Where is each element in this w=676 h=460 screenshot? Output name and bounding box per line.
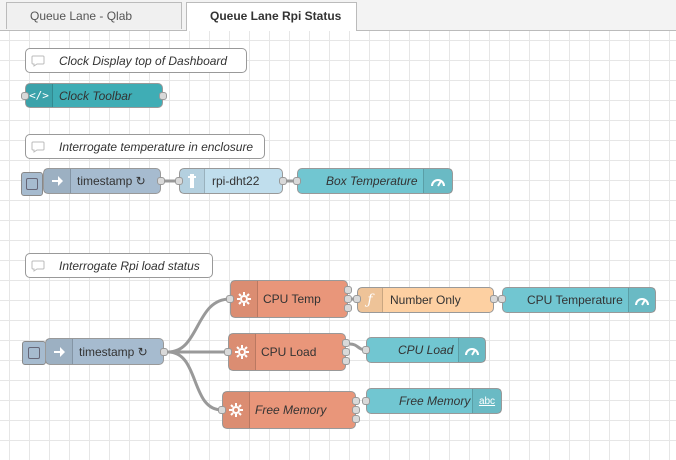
input-port[interactable] bbox=[362, 397, 370, 405]
output-port[interactable] bbox=[342, 339, 350, 347]
node-cpu-load-exec[interactable]: CPU Load bbox=[228, 333, 346, 371]
comment-clock-display[interactable]: Clock Display top of Dashboard bbox=[25, 48, 247, 73]
output-port[interactable] bbox=[159, 92, 167, 100]
comment-icon bbox=[26, 254, 50, 277]
gauge-icon bbox=[628, 288, 655, 312]
inject-button[interactable] bbox=[21, 172, 43, 196]
comment-label: Interrogate temperature in enclosure bbox=[59, 139, 254, 154]
output-port[interactable] bbox=[160, 348, 168, 356]
wire[interactable] bbox=[167, 297, 231, 354]
output-port[interactable] bbox=[344, 295, 352, 303]
tab-queue-lane-rpi-status[interactable]: Queue Lane Rpi Status bbox=[186, 2, 357, 31]
input-port[interactable] bbox=[218, 406, 226, 414]
node-label: CPU Temp bbox=[263, 292, 321, 306]
comment-icon bbox=[26, 49, 50, 72]
tab-queue-lane-qlab[interactable]: Queue Lane - Qlab bbox=[6, 2, 182, 29]
comment-label: Clock Display top of Dashboard bbox=[59, 53, 228, 68]
node-rpi-dht22[interactable]: rpi-dht22 bbox=[179, 168, 283, 194]
node-label: CPU Load bbox=[398, 343, 454, 357]
gear-icon bbox=[229, 334, 256, 370]
arrow-icon bbox=[46, 339, 73, 364]
output-port[interactable] bbox=[352, 397, 360, 405]
input-port[interactable] bbox=[224, 348, 232, 356]
tab-bar: Queue Lane - Qlab Queue Lane Rpi Status bbox=[0, 0, 676, 31]
node-cpu-temperature[interactable]: CPU Temperature bbox=[502, 287, 656, 313]
inject-button[interactable] bbox=[22, 341, 46, 365]
output-port[interactable] bbox=[157, 177, 165, 185]
arrow-icon bbox=[44, 169, 71, 193]
output-port[interactable] bbox=[352, 415, 360, 423]
comment-label: Interrogate Rpi load status bbox=[59, 258, 200, 273]
comment-load-status[interactable]: Interrogate Rpi load status bbox=[25, 253, 213, 278]
output-port[interactable] bbox=[352, 406, 360, 414]
tab-label: Queue Lane - Qlab bbox=[30, 9, 133, 23]
output-port[interactable] bbox=[342, 348, 350, 356]
raspberry-pi-icon bbox=[180, 169, 205, 193]
node-timestamp-1[interactable]: timestamp ↻ bbox=[43, 168, 161, 194]
node-free-memory-text[interactable]: Free Memory abc bbox=[366, 388, 502, 414]
gauge-icon bbox=[423, 169, 452, 193]
code-icon: </> bbox=[26, 84, 53, 107]
node-number-only[interactable]: ƒ Number Only bbox=[357, 287, 494, 313]
node-label: Number Only bbox=[390, 293, 461, 307]
input-port[interactable] bbox=[293, 177, 301, 185]
input-port[interactable] bbox=[21, 92, 29, 100]
node-box-temperature[interactable]: Box Temperature bbox=[297, 168, 453, 194]
gauge-icon bbox=[458, 338, 485, 362]
gear-icon bbox=[231, 281, 258, 317]
function-icon: ƒ bbox=[358, 288, 383, 312]
output-port[interactable] bbox=[342, 357, 350, 365]
node-label: CPU Temperature bbox=[527, 293, 623, 307]
node-clock-toolbar[interactable]: </> Clock Toolbar bbox=[25, 83, 163, 108]
output-port[interactable] bbox=[344, 304, 352, 312]
node-timestamp-2[interactable]: timestamp ↻ bbox=[45, 338, 164, 365]
comment-temperature[interactable]: Interrogate temperature in enclosure bbox=[25, 134, 265, 159]
text-icon: abc bbox=[472, 389, 501, 413]
node-label: rpi-dht22 bbox=[212, 174, 260, 188]
node-label: Clock Toolbar bbox=[59, 88, 132, 103]
node-label: Box Temperature bbox=[326, 174, 418, 188]
node-label: timestamp ↻ bbox=[79, 344, 148, 359]
tab-label: Queue Lane Rpi Status bbox=[210, 9, 342, 23]
output-port[interactable] bbox=[279, 177, 287, 185]
input-port[interactable] bbox=[498, 295, 506, 303]
gear-icon bbox=[223, 392, 250, 428]
node-label: Free Memory bbox=[255, 403, 327, 417]
input-port[interactable] bbox=[175, 177, 183, 185]
flow-canvas[interactable]: Clock Display top of Dashboard </> Clock… bbox=[0, 31, 676, 460]
node-label: timestamp ↻ bbox=[77, 174, 146, 188]
node-cpu-load-gauge[interactable]: CPU Load bbox=[366, 337, 486, 363]
input-port[interactable] bbox=[226, 295, 234, 303]
comment-icon bbox=[26, 135, 50, 158]
node-cpu-temp-exec[interactable]: CPU Temp bbox=[230, 280, 348, 318]
input-port[interactable] bbox=[362, 346, 370, 354]
node-label: Free Memory bbox=[399, 394, 471, 408]
node-label: CPU Load bbox=[261, 345, 317, 359]
input-port[interactable] bbox=[353, 295, 361, 303]
output-port[interactable] bbox=[490, 295, 498, 303]
output-port[interactable] bbox=[344, 286, 352, 294]
wire[interactable] bbox=[167, 350, 223, 412]
node-free-memory-exec[interactable]: Free Memory bbox=[222, 391, 356, 429]
